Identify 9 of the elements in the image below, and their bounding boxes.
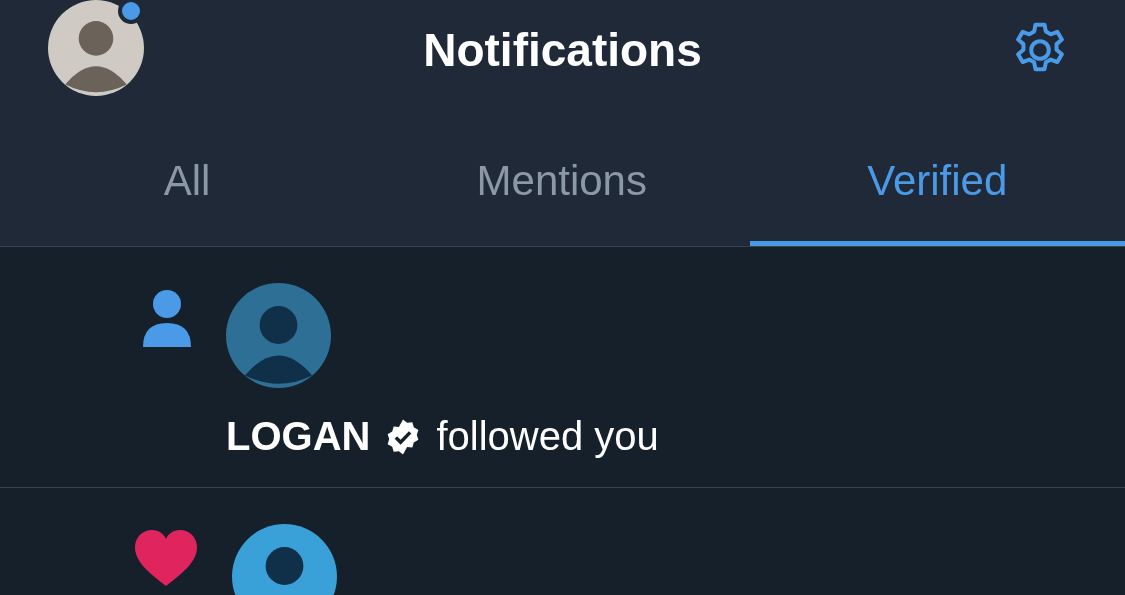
tab[interactable]: Verified (749, 100, 1125, 246)
page-title: Notifications (423, 23, 702, 77)
action-text: followed you (436, 414, 659, 459)
avatar[interactable] (48, 0, 144, 96)
tab[interactable]: All (0, 100, 374, 246)
tab[interactable]: Mentions (374, 100, 750, 246)
heart-icon (135, 530, 197, 586)
user-name[interactable]: LOGAN (226, 414, 371, 459)
person-icon (143, 289, 191, 349)
